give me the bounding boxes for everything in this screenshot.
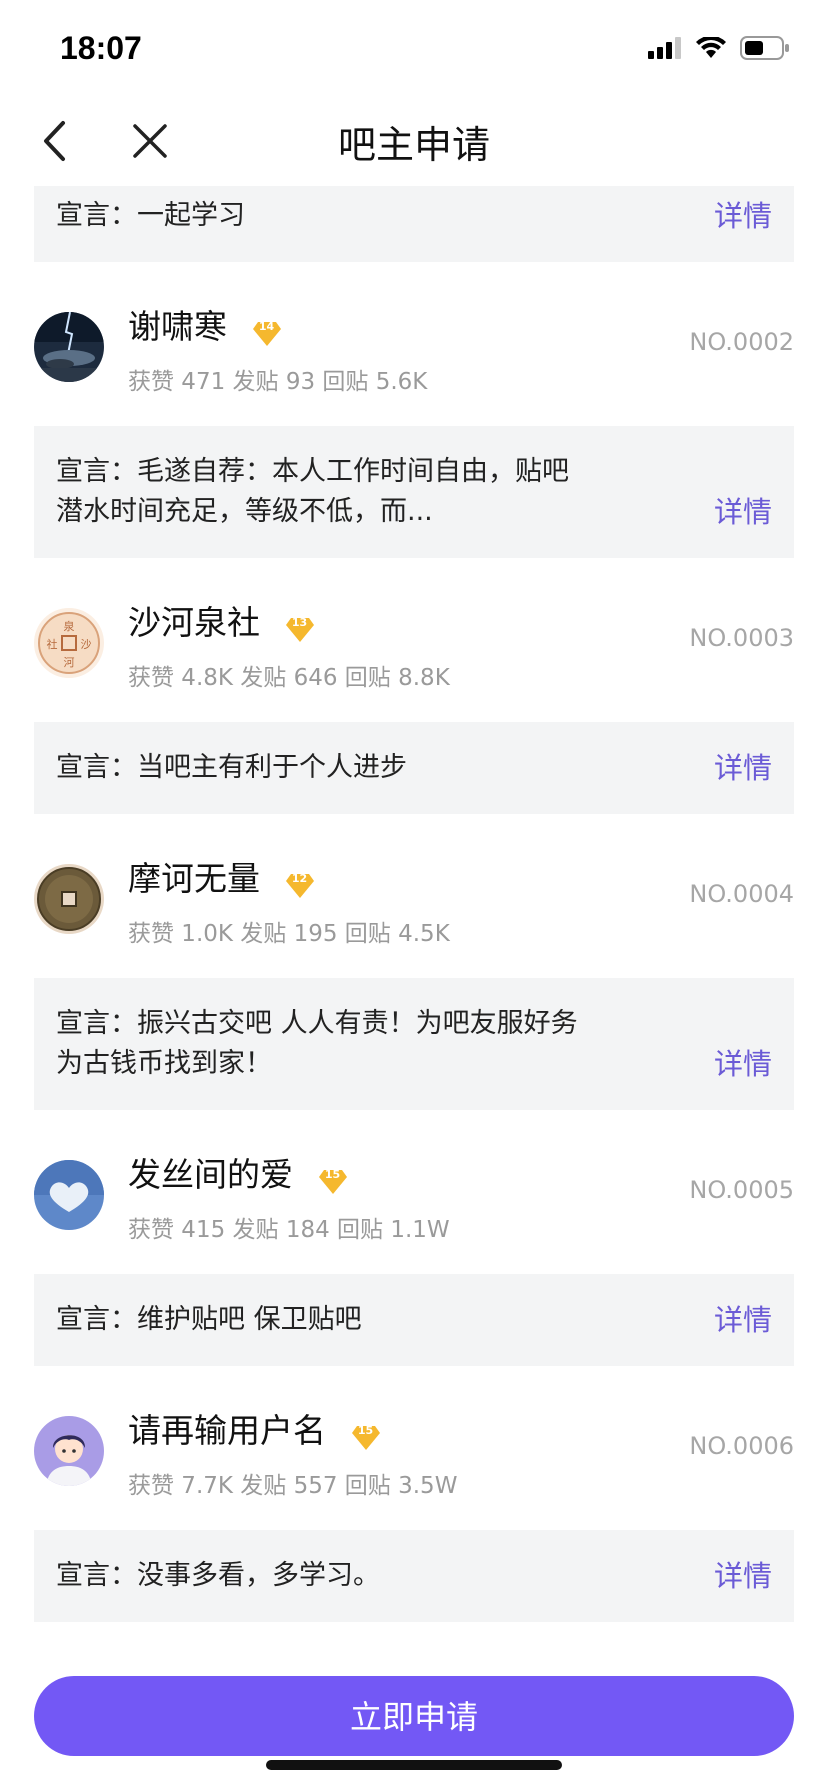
applicant-list[interactable]: 宣言：一起学习 详情 谢啸寒 14 获赞 471 发贴 93 回贴 5.6K N… [0, 186, 828, 1646]
home-indicator [266, 1760, 562, 1770]
applicant-row[interactable]: 请再输用户名 15 获赞 7.7K 发贴 557 回贴 3.5W NO.0006 [0, 1366, 828, 1530]
motto-text: 宣言：没事多看，多学习。 [56, 1560, 380, 1591]
user-name-text: 请再输用户名 [128, 1411, 326, 1450]
user-stats: 获赞 7.7K 发贴 557 回贴 3.5W [128, 1473, 458, 1499]
user-name-text: 发丝间的爱 [128, 1155, 293, 1194]
detail-link[interactable]: 详情 [714, 1044, 772, 1084]
user-stats: 获赞 4.8K 发贴 646 回贴 8.8K [128, 665, 450, 691]
motto-box: 宣言：毛遂自荐：本人工作时间自由，贴吧潜水时间充足，等级不低，而... 详情 [34, 426, 794, 558]
level-number: 12 [291, 871, 308, 885]
page-title: 吧主申请 [337, 123, 490, 167]
level-badge: 13 [285, 612, 315, 642]
battery-icon [740, 36, 789, 60]
heart-cloud-icon [34, 1160, 104, 1230]
level-badge: 12 [285, 868, 315, 898]
seal-icon: 泉 社 沙 河 [34, 608, 104, 678]
user-stats: 获赞 1.0K 发贴 195 回贴 4.5K [128, 921, 450, 947]
motto-text: 宣言：一起学习 [56, 200, 245, 231]
applicant-number: NO.0006 [689, 1432, 794, 1460]
user-name[interactable]: 发丝间的爱 15 [128, 1148, 348, 1196]
applicant-number: NO.0004 [689, 880, 794, 908]
wifi-icon [696, 37, 726, 58]
detail-link[interactable]: 详情 [714, 1556, 772, 1596]
user-stats: 获赞 471 发贴 93 回贴 5.6K [128, 369, 428, 395]
status-time: 18:07 [60, 30, 142, 66]
user-name-text: 沙河泉社 [128, 603, 260, 642]
level-number: 14 [258, 319, 275, 333]
coin-icon [34, 864, 104, 934]
user-name[interactable]: 摩诃无量 12 [128, 852, 315, 900]
applicant-number: NO.0005 [689, 1176, 794, 1204]
user-name[interactable]: 沙河泉社 13 [128, 596, 315, 644]
detail-link[interactable]: 详情 [714, 1300, 772, 1340]
user-name-text: 谢啸寒 [128, 307, 227, 346]
avatar[interactable] [34, 864, 104, 934]
user-name[interactable]: 谢啸寒 14 [128, 300, 282, 348]
level-badge: 14 [252, 316, 282, 346]
avatar[interactable] [34, 1416, 104, 1486]
detail-link[interactable]: 详情 [714, 196, 772, 236]
status-icons [648, 36, 790, 60]
motto-text: 宣言：当吧主有利于个人进步 [56, 752, 407, 783]
motto-box: 宣言：振兴古交吧 人人有责！为吧友服好务 为古钱币找到家！ 详情 [34, 978, 794, 1110]
svg-text:社: 社 [47, 637, 58, 651]
level-number: 15 [324, 1167, 341, 1181]
apply-button[interactable]: 立即申请 [34, 1676, 794, 1756]
applicant-row[interactable]: 泉 社 沙 河 沙河泉社 13 获赞 4.8K 发贴 646 回贴 8.8K N… [0, 558, 828, 722]
level-number: 15 [357, 1423, 374, 1437]
applicant-row[interactable]: 摩诃无量 12 获赞 1.0K 发贴 195 回贴 4.5K NO.0004 [0, 814, 828, 978]
status-bar: 18:07 [0, 0, 828, 96]
user-name[interactable]: 请再输用户名 15 [128, 1404, 381, 1452]
level-badge: 15 [351, 1420, 381, 1450]
applicant-row[interactable]: 谢啸寒 14 获赞 471 发贴 93 回贴 5.6K NO.0002 [0, 262, 828, 426]
detail-link[interactable]: 详情 [714, 748, 772, 788]
svg-text:泉: 泉 [64, 619, 75, 633]
motto-text: 宣言：维护贴吧 保卫贴吧 [56, 1304, 362, 1335]
motto-text: 宣言：毛遂自荐：本人工作时间自由，贴吧潜水时间充足，等级不低，而... [56, 456, 569, 527]
nav-bar: 吧主申请 [0, 96, 828, 186]
detail-link[interactable]: 详情 [714, 492, 772, 532]
cartoon-boy-icon [34, 1416, 104, 1486]
motto-box: 宣言：当吧主有利于个人进步 详情 [34, 722, 794, 814]
svg-text:沙: 沙 [81, 638, 92, 651]
storm-sea-icon [34, 312, 104, 382]
applicant-number: NO.0003 [689, 624, 794, 652]
user-name-text: 摩诃无量 [128, 859, 260, 898]
signal-icon [648, 37, 681, 59]
level-badge: 15 [318, 1164, 348, 1194]
svg-text:河: 河 [64, 656, 75, 669]
user-stats: 获赞 415 发贴 184 回贴 1.1W [128, 1217, 450, 1243]
motto-text: 宣言：振兴古交吧 人人有责！为吧友服好务 为古钱币找到家！ [56, 1008, 578, 1079]
motto-box: 宣言：一起学习 详情 [34, 186, 794, 262]
applicant-number: NO.0002 [689, 328, 794, 356]
motto-box: 宣言：没事多看，多学习。 详情 [34, 1530, 794, 1622]
avatar[interactable]: 泉 社 沙 河 [34, 608, 104, 678]
motto-box: 宣言：维护贴吧 保卫贴吧 详情 [34, 1274, 794, 1366]
avatar[interactable] [34, 312, 104, 382]
avatar[interactable] [34, 1160, 104, 1230]
applicant-row[interactable]: 发丝间的爱 15 获赞 415 发贴 184 回贴 1.1W NO.0005 [0, 1110, 828, 1274]
level-number: 13 [291, 615, 308, 629]
